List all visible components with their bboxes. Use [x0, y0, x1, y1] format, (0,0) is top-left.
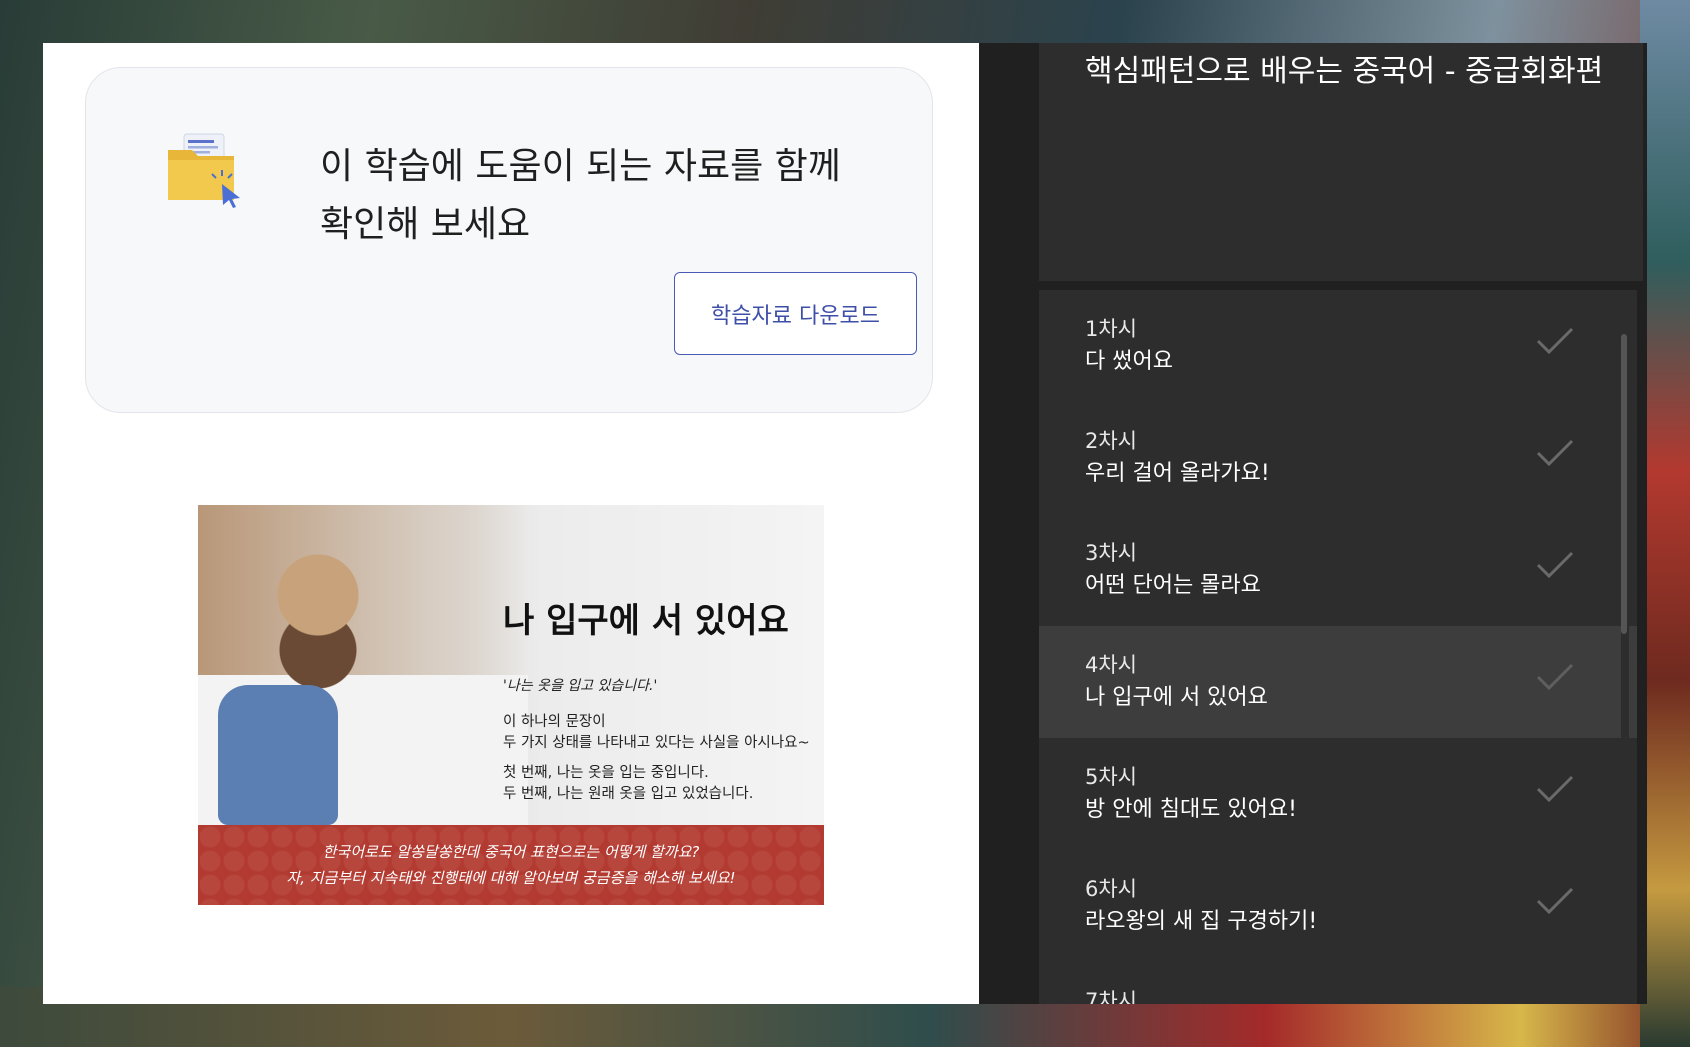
session-item-6[interactable]: 6차시 라오왕의 새 집 구경하기!	[1039, 850, 1637, 962]
check-icon	[1536, 327, 1574, 355]
session-list-scrollbar[interactable]	[1621, 290, 1629, 1004]
banner-line: 두 번째, 나는 원래 옷을 입고 있었습니다.	[503, 786, 754, 802]
banner-line: 이 하나의 문장이	[503, 714, 606, 730]
banner-quote: '나는 옷을 입고 있습니다.'	[503, 678, 658, 694]
resource-card: 이 학습에 도움이 되는 자료를 함께 확인해 보세요 학습자료 다운로드	[85, 67, 933, 413]
download-materials-button[interactable]: 학습자료 다운로드	[674, 272, 917, 355]
check-icon	[1536, 887, 1574, 915]
session-item-3[interactable]: 3차시 어떤 단어는 몰라요	[1039, 514, 1637, 626]
banner-footer: 한국어로도 알쏭달쏭한데 중국어 표현으로는 어떻게 할까요? 자, 지금부터 …	[198, 825, 824, 905]
session-item-5[interactable]: 5차시 방 안에 침대도 있어요!	[1039, 738, 1637, 850]
session-item-2[interactable]: 2차시 우리 걸어 올라가요!	[1039, 402, 1637, 514]
traveler-photo	[198, 505, 528, 825]
session-item-7[interactable]: 7차시	[1039, 962, 1637, 1004]
banner-line: 첫 번째, 나는 옷을 입는 중입니다.	[503, 765, 709, 781]
check-icon	[1536, 663, 1574, 691]
check-icon	[1536, 439, 1574, 467]
scrollbar-thumb[interactable]	[1621, 334, 1627, 634]
banner-title: 나 입구에 서 있어요	[503, 601, 789, 641]
session-number: 7차시	[1085, 989, 1138, 1004]
backpack-illustration	[218, 685, 338, 825]
folder-icon	[168, 133, 240, 208]
session-list[interactable]: 1차시 다 썼어요 2차시 우리 걸어 올라가요! 3차시 어떤 단어는 몰라요…	[1039, 290, 1637, 1004]
lesson-banner-image: 나 입구에 서 있어요 '나는 옷을 입고 있습니다.' 이 하나의 문장이 두…	[198, 505, 824, 905]
session-item-1[interactable]: 1차시 다 썼어요	[1039, 290, 1637, 402]
banner-footer-line: 자, 지금부터 지속태와 진행태에 대해 알아보며 궁금증을 해소해 보세요!	[286, 869, 736, 887]
banner-footer-line: 한국어로도 알쏭달쏭한데 중국어 표현으로는 어떻게 할까요?	[322, 843, 700, 861]
content-area: 이 학습에 도움이 되는 자료를 함께 확인해 보세요 학습자료 다운로드 나 …	[43, 43, 979, 1004]
check-icon	[1536, 551, 1574, 579]
course-modal: 이 학습에 도움이 되는 자료를 함께 확인해 보세요 학습자료 다운로드 나 …	[43, 43, 1647, 1004]
check-icon	[1536, 775, 1574, 803]
banner-line: 두 가지 상태를 나타내고 있다는 사실을 아시나요~	[503, 735, 810, 751]
session-item-4-active[interactable]: 4차시 나 입구에 서 있어요	[1039, 626, 1637, 738]
course-title: 핵심패턴으로 배우는 중국어 - 중급회화편	[1085, 54, 1604, 89]
resource-message: 이 학습에 도움이 되는 자료를 함께 확인해 보세요	[320, 146, 841, 245]
course-header: 핵심패턴으로 배우는 중국어 - 중급회화편	[1039, 43, 1643, 281]
course-sidebar: 핵심패턴으로 배우는 중국어 - 중급회화편 1차시 다 썼어요 2차시 우리 …	[979, 43, 1647, 1004]
